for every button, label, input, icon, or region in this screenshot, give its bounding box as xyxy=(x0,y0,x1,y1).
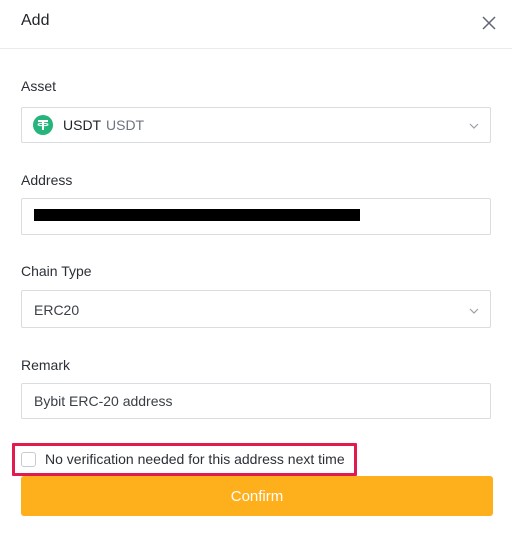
dialog-title: Add xyxy=(21,12,50,29)
address-input[interactable] xyxy=(21,198,491,235)
asset-label: Asset xyxy=(21,78,57,94)
remark-label: Remark xyxy=(21,357,71,373)
add-address-dialog: Add Asset USDT USDT Address Chain Type E… xyxy=(0,0,512,534)
chain-type-select[interactable]: ERC20 xyxy=(21,290,491,328)
chain-type-value: ERC20 xyxy=(34,302,80,318)
asset-name: USDT xyxy=(106,117,145,133)
chevron-down-icon xyxy=(468,119,480,131)
confirm-button[interactable]: Confirm xyxy=(21,476,493,516)
remark-value: Bybit ERC-20 address xyxy=(34,393,173,409)
remark-input[interactable]: Bybit ERC-20 address xyxy=(21,383,491,419)
chain-type-label: Chain Type xyxy=(21,263,92,279)
dialog-header: Add xyxy=(0,0,512,49)
redacted-address-bar xyxy=(34,209,360,221)
chevron-down-icon xyxy=(468,304,480,316)
address-label: Address xyxy=(21,172,73,188)
asset-symbol: USDT xyxy=(63,117,102,133)
asset-select[interactable]: USDT USDT xyxy=(21,107,491,143)
tether-coin-icon xyxy=(33,115,53,135)
no-verification-label[interactable]: No verification needed for this address … xyxy=(45,451,345,467)
close-icon[interactable] xyxy=(478,12,500,34)
no-verification-checkbox[interactable] xyxy=(21,452,36,467)
